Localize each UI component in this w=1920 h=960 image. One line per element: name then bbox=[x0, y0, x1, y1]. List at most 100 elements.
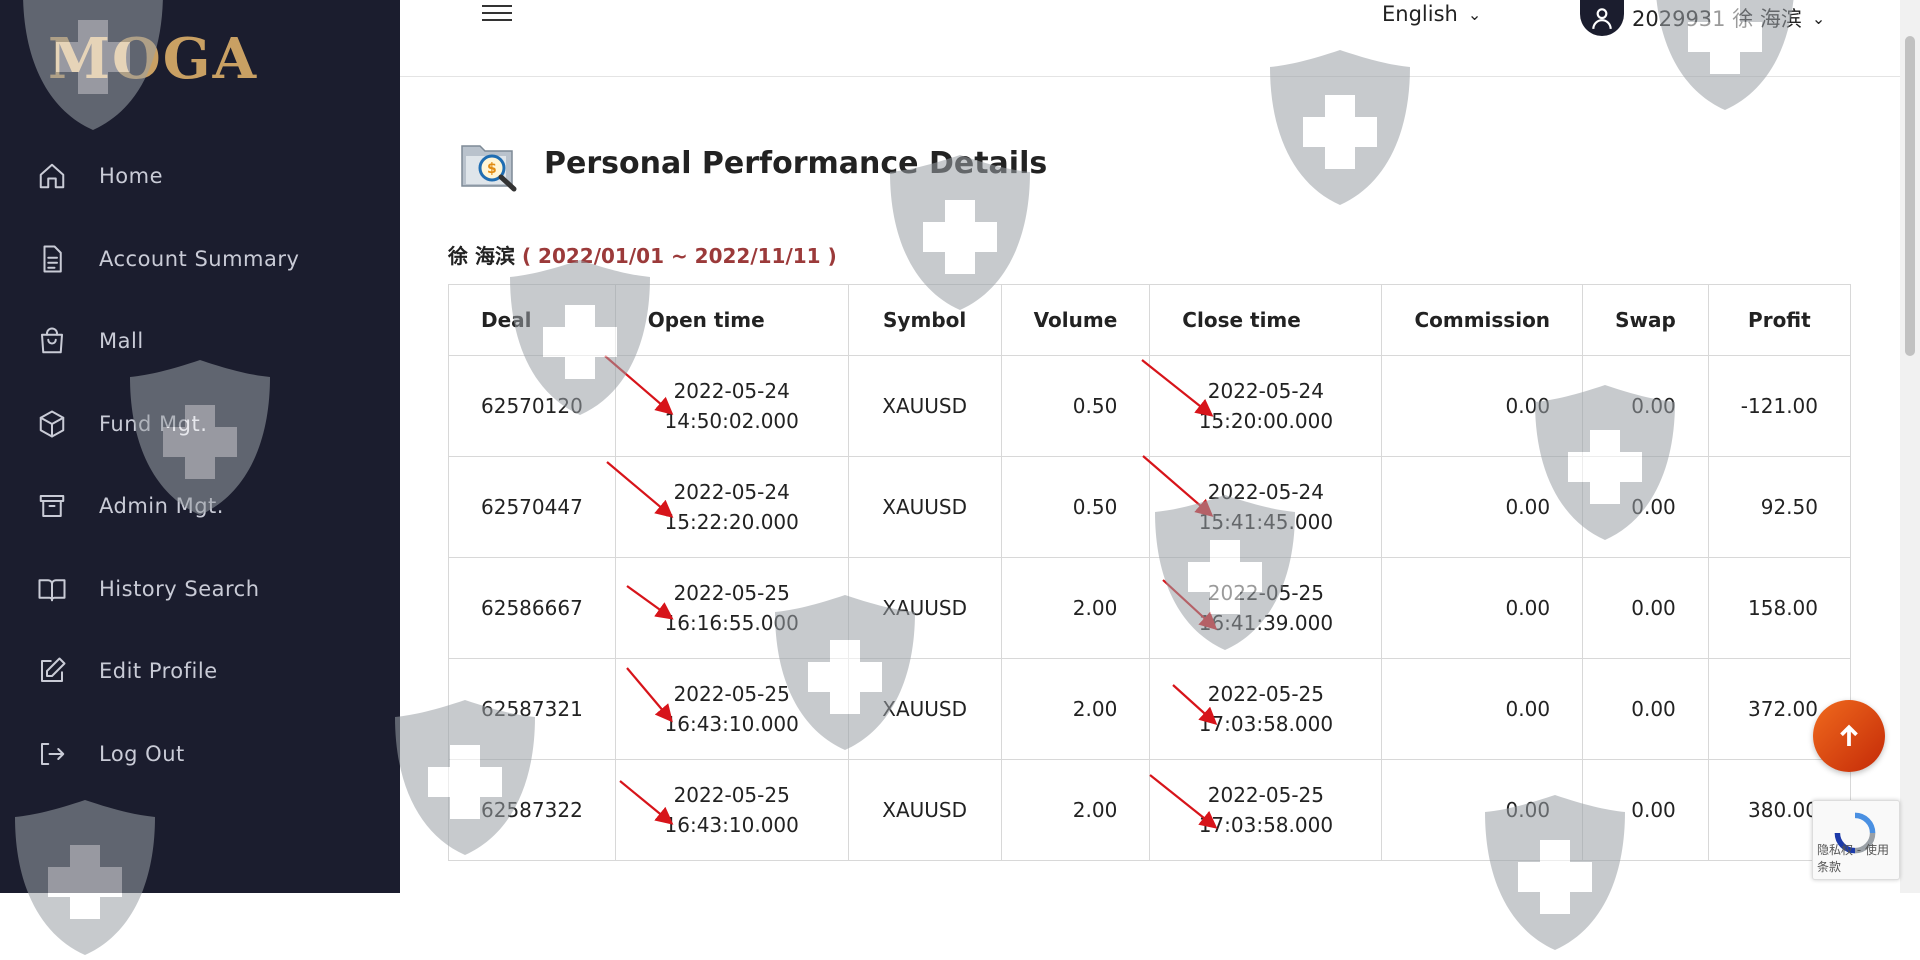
table-row: 62570120 2022-05-24 14:50:02.000 XAUUSD 0.50… bbox=[448, 355, 1852, 457]
cell-symbol-symbol: XAUUSD bbox=[882, 394, 968, 418]
sidebar-item-home[interactable]: Home bbox=[0, 135, 400, 218]
column-header-swap: Swap bbox=[1582, 284, 1709, 356]
cell-deal: 62587321 bbox=[448, 658, 616, 760]
sidebar-item-log-out[interactable]: Log Out bbox=[0, 713, 400, 796]
cell-open-time: 2022-05-24 15:22:20.000 bbox=[614, 456, 849, 558]
column-header-profit: Profit bbox=[1707, 284, 1852, 356]
recaptcha-text[interactable]: 隐私权 - 使用条款 bbox=[1817, 841, 1899, 875]
cell-open-time-open-date: 2022-05-25 bbox=[673, 783, 790, 807]
table-row: 62570447 2022-05-24 15:22:20.000 XAUUSD 0.50… bbox=[448, 456, 1852, 558]
cell-symbol: XAUUSD bbox=[847, 355, 1002, 457]
cell-profit: -121.00 bbox=[1707, 355, 1852, 457]
column-header-symbol: Symbol bbox=[847, 284, 1002, 356]
page-title: Personal Performance Details bbox=[544, 146, 1048, 181]
topbar: English ⌄ 2029931 徐 海滨 ⌄ bbox=[400, 0, 1900, 77]
cell-close-time-close-date: 2022-05-25 bbox=[1207, 783, 1324, 807]
logout-icon bbox=[36, 738, 68, 770]
hamburger-menu-icon[interactable] bbox=[482, 0, 512, 26]
cell-symbol: XAUUSD bbox=[847, 456, 1002, 558]
sidebar-item-admin-mgt[interactable]: Admin Mgt. bbox=[0, 465, 400, 548]
user-avatar-icon bbox=[1580, 0, 1624, 36]
sidebar-item-fund-mgt[interactable]: Fund Mgt. bbox=[0, 383, 400, 466]
cell-symbol-symbol: XAUUSD bbox=[882, 495, 968, 519]
cell-open-time-open-time: 16:16:55.000 bbox=[664, 611, 799, 635]
sidebar-item-mall[interactable]: Mall bbox=[0, 300, 400, 383]
cell-volume-volume: 0.50 bbox=[1072, 495, 1118, 519]
cell-symbol-symbol: XAUUSD bbox=[882, 697, 968, 721]
scrollbar-thumb[interactable] bbox=[1905, 36, 1915, 356]
cell-commission-commission: 0.00 bbox=[1505, 798, 1551, 822]
cell-open-time-open-time: 15:22:20.000 bbox=[664, 510, 799, 534]
sidebar-item-label: Admin Mgt. bbox=[99, 494, 224, 519]
cell-close-time: 2022-05-25 16:41:39.000 bbox=[1149, 557, 1383, 659]
cell-swap-swap: 0.00 bbox=[1631, 495, 1676, 519]
cell-close-time-close-time: 15:20:00.000 bbox=[1198, 409, 1334, 433]
cell-volume: 2.00 bbox=[1000, 557, 1151, 659]
cell-close-time-close-time: 16:41:39.000 bbox=[1198, 611, 1334, 635]
cell-symbol: XAUUSD bbox=[847, 557, 1002, 659]
cell-symbol-symbol: XAUUSD bbox=[882, 798, 968, 822]
cell-volume-volume: 2.00 bbox=[1072, 798, 1118, 822]
sidebar-item-label: Mall bbox=[99, 329, 144, 354]
cell-profit: 158.00 bbox=[1707, 557, 1852, 659]
cell-profit: 92.50 bbox=[1707, 456, 1852, 558]
column-header-deal: Deal bbox=[448, 284, 616, 356]
cell-close-time: 2022-05-24 15:20:00.000 bbox=[1149, 355, 1383, 457]
cell-open-time-open-date: 2022-05-24 bbox=[673, 379, 790, 403]
logo[interactable]: MOGA bbox=[48, 26, 258, 92]
cell-profit-profit: 380.00 bbox=[1748, 798, 1818, 822]
archive-icon bbox=[36, 490, 68, 522]
sidebar-item-label: Account Summary bbox=[99, 246, 300, 271]
column-header-open-time: Open time bbox=[614, 284, 849, 356]
cell-deal: 62570120 bbox=[448, 355, 616, 457]
home-icon bbox=[36, 160, 68, 192]
cell-open-time-open-date: 2022-05-25 bbox=[673, 682, 790, 706]
cell-swap-swap: 0.00 bbox=[1631, 798, 1676, 822]
cell-close-time-close-date: 2022-05-24 bbox=[1207, 379, 1324, 403]
cell-commission-commission: 0.00 bbox=[1505, 394, 1551, 418]
cell-swap-swap: 0.00 bbox=[1631, 394, 1676, 418]
cell-deal-deal: 62570120 bbox=[481, 394, 583, 418]
recaptcha-badge[interactable]: 隐私权 - 使用条款 bbox=[1812, 800, 1900, 880]
cell-volume: 2.00 bbox=[1000, 658, 1151, 760]
user-label: 2029931 徐 海滨 bbox=[1632, 7, 1802, 31]
cell-swap: 0.00 bbox=[1582, 456, 1709, 558]
sidebar-item-history-search[interactable]: History Search bbox=[0, 548, 400, 631]
cell-open-time: 2022-05-25 16:43:10.000 bbox=[614, 658, 849, 760]
cell-open-time-open-date: 2022-05-25 bbox=[673, 581, 790, 605]
column-header-volume: Volume bbox=[1000, 284, 1151, 356]
cell-close-time: 2022-05-24 15:41:45.000 bbox=[1149, 456, 1383, 558]
column-header-commission: Commission bbox=[1381, 284, 1584, 356]
cell-open-time: 2022-05-25 16:43:10.000 bbox=[614, 759, 849, 861]
cell-close-time-close-time: 15:41:45.000 bbox=[1198, 510, 1334, 534]
vertical-scrollbar[interactable] bbox=[1900, 0, 1920, 893]
sidebar-item-account-summary[interactable]: Account Summary bbox=[0, 218, 400, 301]
cell-commission: 0.00 bbox=[1381, 557, 1584, 659]
cell-swap: 0.00 bbox=[1582, 759, 1709, 861]
report-subtitle: 徐 海滨 ( 2022/01/01 ~ 2022/11/11 ) bbox=[448, 240, 837, 269]
scroll-to-top-button[interactable] bbox=[1813, 700, 1885, 772]
cell-swap: 0.00 bbox=[1582, 355, 1709, 457]
cell-profit-profit: -121.00 bbox=[1740, 394, 1818, 418]
sidebar-item-label: Fund Mgt. bbox=[99, 411, 208, 436]
user-menu[interactable]: 2029931 徐 海滨 ⌄ bbox=[1580, 0, 1825, 36]
cell-open-time-open-time: 14:50:02.000 bbox=[664, 409, 799, 433]
cell-profit-profit: 92.50 bbox=[1760, 495, 1818, 519]
cell-volume-volume: 0.50 bbox=[1072, 394, 1118, 418]
cell-deal: 62587322 bbox=[448, 759, 616, 861]
cell-open-time-open-time: 16:43:10.000 bbox=[664, 813, 799, 837]
cell-deal: 62586667 bbox=[448, 557, 616, 659]
cell-swap-swap: 0.00 bbox=[1631, 596, 1676, 620]
cell-deal-deal: 62587322 bbox=[481, 798, 583, 822]
sidebar-item-label: Home bbox=[99, 164, 164, 189]
language-selector[interactable]: English ⌄ bbox=[1382, 2, 1481, 26]
cell-commission: 0.00 bbox=[1381, 456, 1584, 558]
cell-commission-commission: 0.00 bbox=[1505, 697, 1551, 721]
cell-swap: 0.00 bbox=[1582, 658, 1709, 760]
cell-deal-deal: 62587321 bbox=[481, 697, 583, 721]
table-header-row: Deal Open time Symbol Volume Close time … bbox=[448, 284, 1852, 356]
sidebar-item-edit-profile[interactable]: Edit Profile bbox=[0, 630, 400, 713]
cell-commission-commission: 0.00 bbox=[1505, 495, 1551, 519]
cell-volume-volume: 2.00 bbox=[1072, 697, 1118, 721]
subtitle-date-range: ( 2022/01/01 ~ 2022/11/11 ) bbox=[521, 244, 837, 268]
